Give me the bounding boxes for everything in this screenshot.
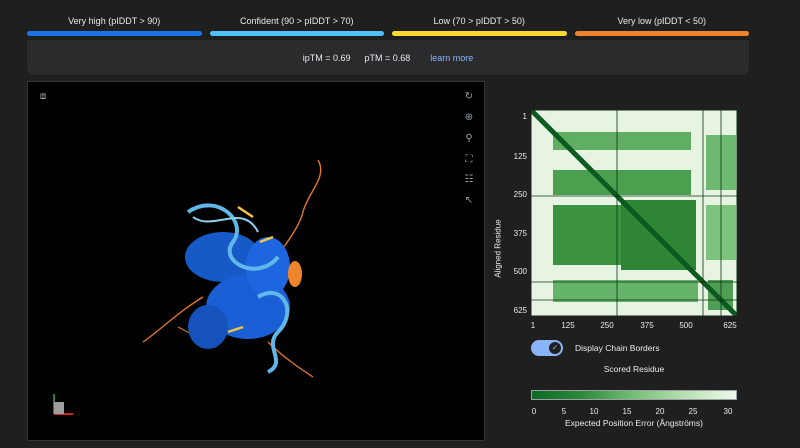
x-tick-label: 250 xyxy=(600,321,614,330)
ptm-value: pTM = 0.68 xyxy=(364,52,411,63)
legend-label: Low (70 > pIDDT > 50) xyxy=(433,16,525,26)
legend-label: Very high (pIDDT > 90) xyxy=(68,16,161,26)
legend-bar-very-low xyxy=(574,31,749,36)
measure-icon[interactable]: ⚲ xyxy=(462,132,476,146)
x-tick-label: 1 xyxy=(530,321,536,330)
legend-low: Low (70 > pIDDT > 50) xyxy=(392,15,567,37)
y-tick-label: 625 xyxy=(513,306,527,315)
colorbar-tick: 20 xyxy=(655,407,665,416)
colorbar-tick: 0 xyxy=(531,407,537,416)
learn-more-link[interactable]: learn more xyxy=(430,53,473,63)
protein-structure-render xyxy=(53,159,322,415)
focus-icon[interactable]: ⊕ xyxy=(462,111,476,125)
legend-very-low: Very low (pIDDT < 50) xyxy=(574,15,749,37)
pae-heatmap[interactable] xyxy=(531,110,737,316)
metrics-bar: ipTM = 0.69 pTM = 0.68 learn more xyxy=(27,40,749,75)
reset-view-icon[interactable]: ↻ xyxy=(462,90,476,104)
plddt-legend: Very high (pIDDT > 90) Confident (90 > p… xyxy=(27,15,749,37)
chain-borders-toggle[interactable]: ✓ xyxy=(531,340,563,356)
colorbar-tick: 10 xyxy=(589,407,599,416)
toggle-label: Display Chain Borders xyxy=(575,343,660,353)
y-tick-label: 125 xyxy=(513,152,527,161)
x-tick-label: 500 xyxy=(679,321,693,330)
check-icon: ✓ xyxy=(549,342,561,354)
x-tick-label: 625 xyxy=(723,321,737,330)
colorbar-tick: 15 xyxy=(622,407,632,416)
legend-very-high: Very high (pIDDT > 90) xyxy=(27,15,202,37)
y-tick-label: 500 xyxy=(513,267,527,276)
settings-sliders-icon[interactable]: ☷ xyxy=(462,173,476,187)
pae-x-axis-label: Scored Residue xyxy=(603,364,665,374)
legend-label: Confident (90 > pIDDT > 70) xyxy=(240,16,354,26)
legend-bar-confident xyxy=(209,31,384,36)
chain-borders-toggle-row: ✓ Display Chain Borders xyxy=(531,340,660,356)
x-tick-label: 375 xyxy=(640,321,654,330)
legend-bar-low xyxy=(392,31,567,36)
colorbar-tick: 30 xyxy=(723,407,733,416)
colorbar-label: Expected Position Error (Ångströms) xyxy=(565,418,703,428)
structure-viewer[interactable]: ⧈ ↻ ⊕ ⚲ ⛶ ☷ ↖ xyxy=(27,81,485,441)
pae-colorbar xyxy=(531,390,737,400)
y-tick-label: 1 xyxy=(522,112,527,121)
pae-y-axis-label: Aligned Residue xyxy=(493,219,503,278)
y-tick-label: 375 xyxy=(513,229,527,238)
pointer-icon[interactable]: ↖ xyxy=(462,194,476,208)
colorbar-tick: 5 xyxy=(561,407,567,416)
legend-bar-very-high xyxy=(27,31,202,36)
y-tick-label: 250 xyxy=(513,190,527,199)
x-tick-label: 125 xyxy=(561,321,575,330)
camera-icon[interactable]: ⧈ xyxy=(36,90,50,104)
colorbar-tick: 25 xyxy=(688,407,698,416)
legend-confident: Confident (90 > pIDDT > 70) xyxy=(209,15,384,37)
expand-icon[interactable]: ⛶ xyxy=(462,153,476,167)
legend-label: Very low (pIDDT < 50) xyxy=(617,16,707,26)
iptm-value: ipTM = 0.69 xyxy=(302,52,351,63)
